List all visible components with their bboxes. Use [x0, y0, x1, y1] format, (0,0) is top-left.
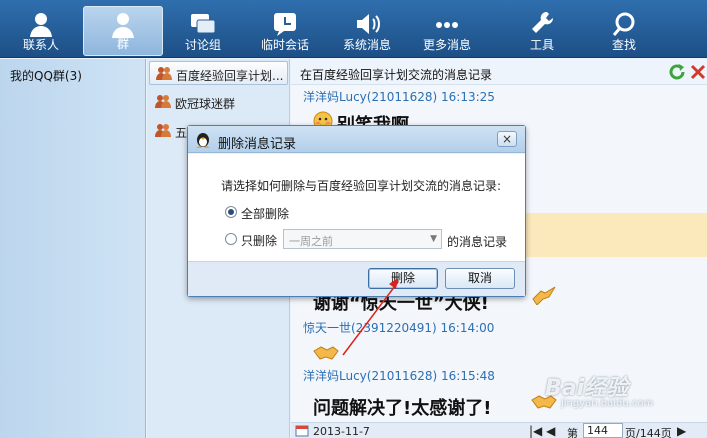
time-range-value: 一周之前 [289, 235, 333, 248]
time-range-select[interactable]: 一周之前 ▼ [283, 229, 442, 249]
my-qq-groups-item[interactable]: 我的QQ群(3) [10, 67, 82, 84]
page-prefix: 第 [567, 427, 578, 438]
chat-history-header: 在百度经验回享计划交流的消息记录 [291, 59, 707, 85]
delete-all-label[interactable]: 全部删除 [241, 205, 289, 222]
toolbar-temp-session[interactable]: 临时会话 [250, 6, 320, 56]
message-text: 问题解决了!太感谢了! [313, 398, 492, 419]
dialog-titlebar: 删除消息记录 × [188, 126, 525, 153]
delete-all-radio[interactable] [225, 206, 237, 218]
group-avatar-icon [156, 67, 172, 80]
toolbar-temp-session-label: 临时会话 [260, 38, 309, 52]
fist-salute-emoji-icon [532, 286, 556, 305]
dialog-footer: 删除 取消 [188, 261, 525, 296]
toolbar-more-messages-label: 更多消息 [422, 38, 471, 52]
system-message-icon [357, 14, 380, 34]
toolbar-more-messages[interactable]: 更多消息 [412, 6, 482, 56]
more-messages-icon [436, 22, 458, 28]
message-sender: 洋洋妈Lucy(21011628) 16:13:25 [303, 90, 495, 104]
group-list-item-label: 五 [175, 126, 188, 140]
message-highlight [521, 213, 707, 257]
toolbar-tools-label: 工具 [529, 38, 554, 52]
group-category-panel: 我的QQ群(3) [0, 59, 146, 438]
toolbar-contacts-label: 联系人 [22, 38, 59, 52]
toolbar-system-message[interactable]: 系统消息 [332, 6, 402, 56]
first-page-icon[interactable]: |◀ ◀ [529, 424, 555, 438]
search-icon [612, 12, 635, 36]
toolbar-tools[interactable]: 工具 [512, 6, 572, 56]
contacts-icon [30, 13, 52, 37]
qq-penguin-icon [196, 133, 210, 148]
discussion-icon [191, 14, 216, 34]
refresh-icon[interactable] [668, 63, 686, 81]
calendar-icon[interactable] [295, 424, 309, 437]
group-list-item-champions[interactable]: 欧冠球迷群 [149, 90, 288, 114]
group-list-item-label: 百度经验回享计划... [176, 69, 284, 83]
time-range-suffix: 的消息记录 [447, 235, 508, 249]
group-list-item-label: 欧冠球迷群 [175, 97, 236, 111]
toolbar-groups-label: 群 [116, 37, 129, 51]
delete-button[interactable]: 删除 [368, 268, 438, 289]
handshake-emoji-icon [313, 346, 339, 360]
history-date[interactable]: 2013-11-7 [313, 425, 370, 438]
next-page-icon[interactable]: ▶ [677, 424, 686, 438]
cancel-button[interactable]: 取消 [445, 268, 515, 289]
dialog-body: 请选择如何删除与百度经验回享计划交流的消息记录: 全部删除 只删除 一周之前 ▼… [188, 154, 525, 261]
delete-partial-radio[interactable] [225, 233, 237, 245]
group-avatar-icon [155, 124, 171, 137]
toolbar-groups[interactable]: 群 [83, 6, 163, 56]
message-sender: 惊天一世(2391220491) 16:14:00 [303, 321, 495, 335]
dialog-prompt: 请选择如何删除与百度经验回享计划交流的消息记录: [221, 179, 502, 193]
delete-icon[interactable] [689, 63, 707, 81]
group-list-item-baidu[interactable]: 百度经验回享计划... [149, 61, 288, 85]
toolbar-discussion-label: 讨论组 [184, 38, 221, 52]
temp-session-icon [274, 13, 296, 36]
toolbar-search-label: 查找 [611, 38, 636, 52]
delete-history-dialog: 删除消息记录 × 请选择如何删除与百度经验回享计划交流的消息记录: 全部删除 只… [187, 125, 526, 297]
main-toolbar: 联系人 群 讨论组 临时会话 系统消息 更多消息 工具 查找 [0, 0, 707, 58]
message-sender: 洋洋妈Lucy(21011628) 16:15:48 [303, 369, 495, 383]
toolbar-system-message-label: 系统消息 [342, 38, 391, 52]
delete-partial-label[interactable]: 只删除 [241, 232, 277, 249]
chat-history-title: 在百度经验回享计划交流的消息记录 [300, 68, 493, 82]
close-button[interactable]: × [497, 131, 517, 147]
chevron-down-icon: ▼ [430, 234, 437, 244]
dialog-title: 删除消息记录 [218, 137, 297, 152]
tools-icon [532, 11, 554, 33]
toolbar-contacts[interactable]: 联系人 [8, 6, 74, 56]
page-total: 页/144页 [625, 427, 672, 438]
toolbar-discussion[interactable]: 讨论组 [168, 6, 238, 56]
page-number-input[interactable]: 144 [583, 423, 623, 438]
baidu-watermark-url: jingyan.baidu.com [561, 398, 654, 409]
group-avatar-icon [155, 95, 171, 108]
chat-history-footer: 2013-11-7 |◀ ◀ 第 144 页/144页 ▶ [291, 422, 707, 438]
toolbar-search[interactable]: 查找 [594, 6, 654, 56]
